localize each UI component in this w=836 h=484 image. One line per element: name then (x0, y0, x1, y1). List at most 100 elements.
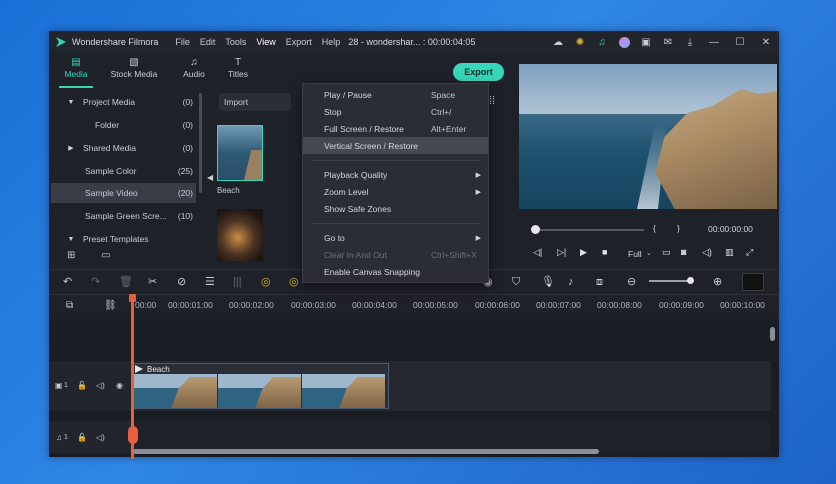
timeline-clip-beach[interactable] (133, 363, 389, 409)
tab-titles[interactable]: T Titles (223, 57, 253, 79)
media-thumbnail-beach[interactable] (217, 125, 263, 181)
menu-item-canvas-snapping[interactable]: Enable Canvas Snapping (303, 263, 488, 280)
menu-item-label: Full Screen / Restore (324, 123, 404, 134)
fullscreen-icon[interactable]: ⤢ (746, 247, 753, 258)
maximize-button[interactable]: ☐ (727, 31, 753, 53)
lock-icon[interactable]: 🔓 (77, 381, 87, 390)
tab-stock-media[interactable]: ▧ Stock Media (107, 57, 161, 79)
sidebar-item-sample-green-screen[interactable]: Sample Green Scre... (10) (51, 206, 196, 226)
tab-media[interactable]: ▤ Media (59, 57, 93, 88)
adjust-icon[interactable]: ☰ (205, 276, 215, 288)
menu-item-zoom-level[interactable]: Zoom Level ▶ (303, 183, 488, 200)
sidebar-item-sample-video[interactable]: Sample Video (20) (51, 183, 196, 203)
snapshot-icon[interactable]: ◙ (681, 247, 686, 257)
avatar[interactable] (613, 31, 635, 53)
music-list-icon[interactable]: ♪ (568, 276, 574, 288)
headset-icon[interactable]: ♫ (591, 31, 613, 53)
cut-icon[interactable]: ✂ (148, 276, 157, 288)
menu-edit[interactable]: Edit (195, 37, 221, 47)
sidebar-item-folder[interactable]: Folder (0) (51, 115, 196, 135)
import-dropdown[interactable]: Import (219, 93, 291, 111)
display-icon[interactable]: ▭ (662, 247, 671, 258)
zoom-slider-handle[interactable] (687, 277, 694, 284)
menu-item-shortcut: Space (431, 89, 456, 100)
speaker-icon[interactable]: ◁) (96, 433, 105, 442)
new-folder-icon[interactable]: ⊞ (67, 250, 75, 261)
menu-item-playback-quality[interactable]: Playback Quality ▶ (303, 166, 488, 183)
tag-icon[interactable]: ⊘ (177, 276, 186, 288)
zoom-in-icon[interactable]: ⊕ (713, 276, 722, 288)
play-frame-icon[interactable]: ▷| (557, 247, 566, 258)
media-thumbnail[interactable] (217, 209, 263, 261)
ai-effect-icon[interactable]: ◎ (261, 276, 271, 288)
mark-out-button[interactable]: } (677, 223, 680, 233)
zoom-out-icon[interactable]: ⊖ (627, 276, 636, 288)
panel-toggle-icon[interactable] (742, 273, 764, 291)
preview-slider-handle[interactable] (531, 225, 540, 234)
quality-dropdown[interactable]: Full (628, 249, 642, 259)
menu-item-show-safe-zones[interactable]: Show Safe Zones (303, 200, 488, 217)
sidebar-scrollbar[interactable] (199, 93, 202, 193)
layout-icon[interactable]: ▥ (725, 247, 734, 258)
menu-file[interactable]: File (170, 37, 195, 47)
close-button[interactable]: ✕ (753, 31, 779, 53)
add-track-icon[interactable]: ⧉ (66, 300, 73, 311)
mark-in-button[interactable]: { (653, 223, 656, 233)
menu-item-vertical-screen[interactable]: Vertical Screen / Restore (303, 137, 488, 154)
collapse-arrow-icon[interactable]: ◀ (207, 173, 213, 182)
project-info: 28 - wondershar... : 00:00:04:05 (348, 37, 476, 47)
sidebar-item-label: Preset Templates (83, 234, 149, 244)
sidebar-item-sample-color[interactable]: Sample Color (25) (51, 161, 196, 181)
undo-icon[interactable]: ↶ (63, 276, 72, 288)
delete-icon[interactable]: 🗑 (119, 276, 133, 288)
folder-icon[interactable]: ▭ (101, 250, 110, 261)
ruler-tick-label: 00:00:09:00 (659, 300, 704, 310)
download-icon[interactable]: ⤓ (679, 31, 701, 53)
mic-icon[interactable]: 🎙 (541, 276, 555, 288)
timeline-vscrollbar[interactable] (770, 327, 775, 341)
sidebar-item-project-media[interactable]: ▼ Project Media (0) (51, 92, 196, 112)
submenu-arrow-icon: ▶ (475, 234, 481, 242)
prev-frame-icon[interactable]: ◁| (533, 247, 542, 258)
redo-icon[interactable]: ↷ (91, 276, 100, 288)
playhead-marker[interactable] (128, 426, 138, 444)
timeline-hscrollbar[interactable] (133, 449, 599, 454)
menu-item-play-pause[interactable]: Play / Pause Space (303, 86, 488, 103)
link-icon[interactable]: ⛓ (104, 300, 117, 311)
export-button[interactable]: Export (453, 63, 504, 81)
mail-icon[interactable]: ✉ (657, 31, 679, 53)
stop-icon[interactable]: ■ (602, 247, 607, 257)
audio-wave-icon[interactable]: ||| (233, 276, 242, 288)
play-icon[interactable]: ▶ (580, 247, 587, 258)
eye-icon[interactable]: ◉ (116, 381, 123, 390)
menu-help[interactable]: Help (317, 37, 346, 47)
menu-item-full-screen[interactable]: Full Screen / Restore Alt+Enter (303, 120, 488, 137)
preview-progress-slider[interactable] (534, 229, 644, 231)
minimize-button[interactable]: — (701, 31, 727, 53)
menu-item-go-to[interactable]: Go to ▶ (303, 229, 488, 246)
audio-icon: ♫ (190, 57, 198, 68)
filmora-logo-icon (56, 37, 66, 47)
lightbulb-icon[interactable]: ✺ (569, 31, 591, 53)
speed-icon[interactable]: ◎ (289, 276, 299, 288)
grid-view-icon[interactable]: ⁞⁞ (489, 95, 495, 107)
video-track-number: 1 (64, 382, 68, 389)
menu-view[interactable]: View (251, 37, 280, 47)
tab-audio[interactable]: ♫ Audio (177, 57, 211, 79)
sidebar-item-shared-media[interactable]: ▶ Shared Media (0) (51, 138, 196, 158)
lock-icon[interactable]: 🔓 (77, 433, 87, 442)
chevron-down-icon[interactable]: ⌄ (646, 249, 652, 257)
timeline-ruler[interactable]: 00:00 00:00:01:00 00:00:02:00 00:00:03:0… (131, 297, 779, 319)
speaker-icon[interactable]: ◁) (96, 381, 105, 390)
menu-tools[interactable]: Tools (220, 37, 251, 47)
sidebar-item-preset-templates[interactable]: ▼ Preset Templates (51, 229, 196, 249)
shield-icon[interactable]: ⛉ (512, 276, 520, 288)
cloud-icon[interactable]: ☁ (547, 31, 569, 53)
save-icon[interactable]: ▣ (635, 31, 657, 53)
playhead-handle[interactable] (129, 294, 136, 302)
menu-item-stop[interactable]: Stop Ctrl+/ (303, 103, 488, 120)
menu-export[interactable]: Export (281, 37, 317, 47)
snap-icon[interactable]: ⧈ (596, 276, 603, 288)
volume-icon[interactable]: ◁) (702, 247, 712, 258)
sidebar-item-count: (25) (177, 166, 193, 176)
